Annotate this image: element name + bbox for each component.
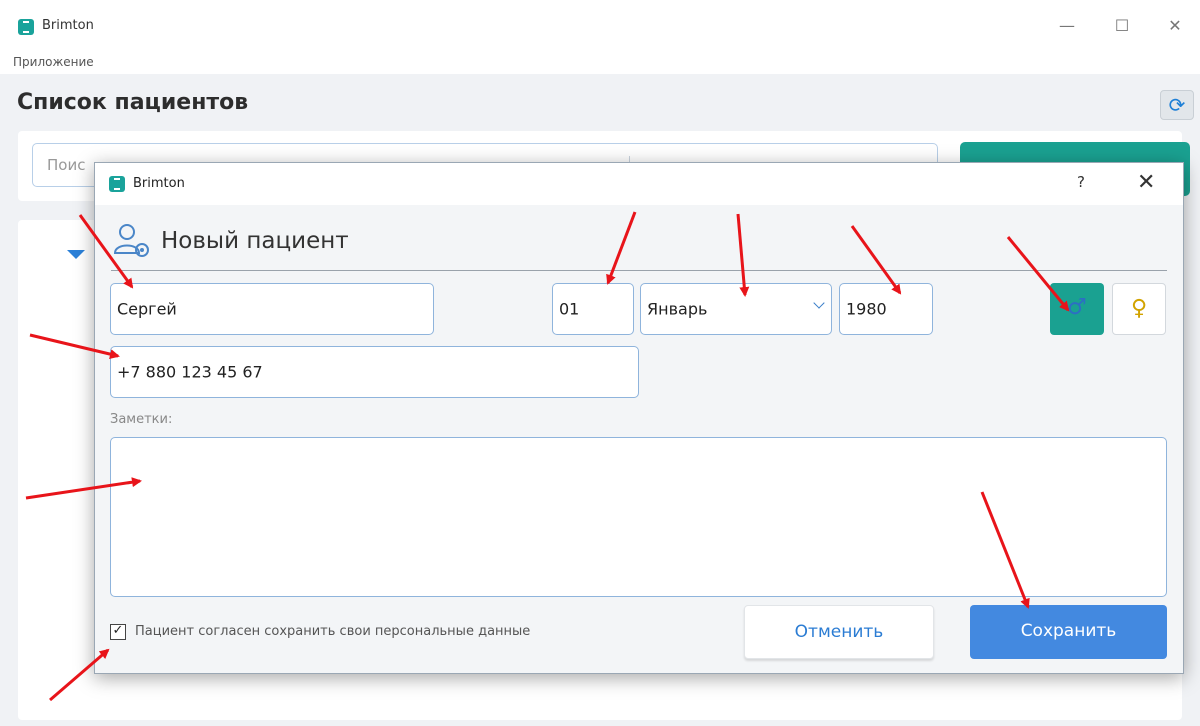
birth-month-select[interactable]: Январь: [640, 283, 832, 335]
save-button[interactable]: Сохранить: [970, 605, 1167, 659]
birth-day-value: 01: [559, 299, 580, 319]
first-name-value: Сергей: [117, 299, 177, 319]
gender-female-button[interactable]: ♀: [1112, 283, 1166, 335]
refresh-button[interactable]: ⟳: [1160, 90, 1194, 120]
notes-label: Заметки:: [110, 412, 173, 427]
search-placeholder: Поис: [47, 156, 86, 174]
first-name-input[interactable]: Сергей: [110, 283, 434, 335]
app-logo-icon: [18, 19, 34, 35]
window-titlebar: Brimton — ☐ ✕: [0, 0, 1200, 52]
refresh-icon: ⟳: [1168, 93, 1186, 117]
notes-textarea[interactable]: [110, 437, 1167, 597]
page-title: Список пациентов: [17, 90, 249, 115]
dialog-heading: Новый пациент: [161, 228, 349, 254]
menu-bar: Приложение: [0, 52, 1200, 74]
male-icon: ♂: [1067, 295, 1087, 320]
consent-checkbox[interactable]: ✓: [110, 624, 126, 640]
window-title: Brimton: [42, 18, 94, 33]
chevron-down-icon: [813, 297, 825, 309]
dialog-titlebar: Brimton ? ✕: [95, 163, 1183, 205]
dialog-title: Brimton: [133, 176, 185, 191]
gender-male-button[interactable]: ♂: [1050, 283, 1104, 335]
help-button[interactable]: ?: [1077, 173, 1085, 191]
dialog-close-button[interactable]: ✕: [1137, 170, 1155, 195]
close-window-icon[interactable]: ✕: [1160, 14, 1190, 38]
sort-arrow-icon[interactable]: [67, 250, 85, 259]
user-settings-icon: [113, 224, 149, 257]
female-icon: ♀: [1130, 296, 1148, 321]
new-patient-dialog: Brimton ? ✕ Новый пациент Сергей 01 Янва…: [94, 162, 1184, 674]
birth-year-value: 1980: [846, 299, 887, 319]
cancel-button[interactable]: Отменить: [744, 605, 934, 659]
app-logo-icon: [109, 176, 125, 192]
consent-label: Пациент согласен сохранить свои персонал…: [135, 624, 531, 639]
birth-month-value: Январь: [647, 299, 708, 319]
birth-year-input[interactable]: 1980: [839, 283, 933, 335]
maximize-icon[interactable]: ☐: [1107, 14, 1137, 38]
phone-input[interactable]: +7 880 123 45 67: [110, 346, 639, 398]
phone-value: +7 880 123 45 67: [117, 362, 263, 382]
header-divider: [111, 270, 1167, 271]
birth-day-input[interactable]: 01: [552, 283, 634, 335]
menu-item-app[interactable]: Приложение: [13, 55, 94, 69]
minimize-icon[interactable]: —: [1052, 14, 1082, 38]
